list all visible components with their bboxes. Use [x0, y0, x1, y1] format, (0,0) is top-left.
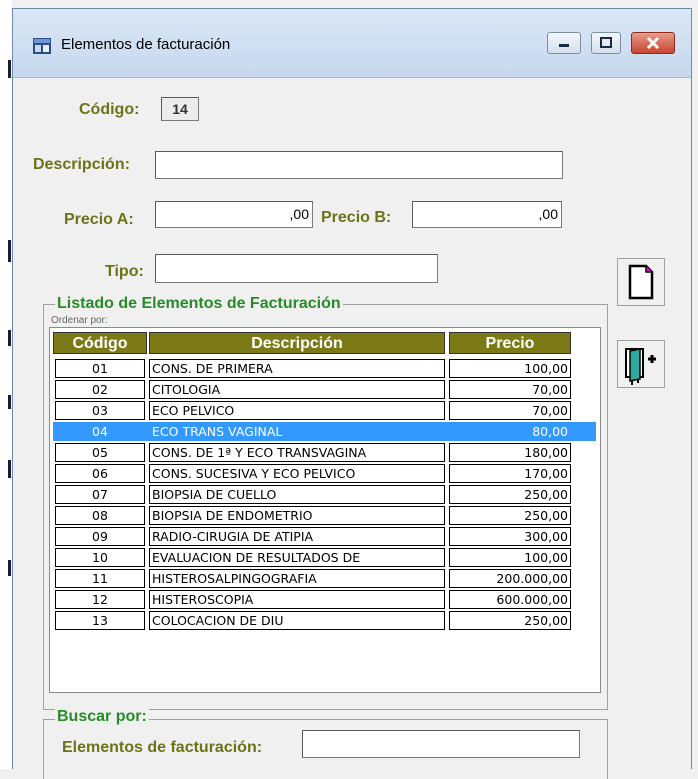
exit-button[interactable]: [617, 340, 665, 388]
cell-codigo[interactable]: 09: [55, 527, 145, 546]
tipo-field[interactable]: [155, 254, 438, 283]
cell-descripcion[interactable]: ECO TRANS VAGINAL: [149, 422, 445, 441]
window-content: Código: 14 Descripción: Precio A: ,00 Pr…: [13, 77, 691, 779]
cell-precio[interactable]: 250,00: [449, 611, 571, 630]
cell-descripcion[interactable]: COLOCACION DE DIU: [149, 611, 445, 630]
close-icon: [646, 36, 660, 50]
cell-codigo[interactable]: 13: [55, 611, 145, 630]
cell-descripcion[interactable]: CITOLOGIA: [149, 380, 445, 399]
order-by-label: Ordenar por:: [51, 315, 108, 326]
codigo-label: Código:: [79, 101, 140, 118]
cell-descripcion[interactable]: RADIO-CIRUGIA DE ATIPIA: [149, 527, 445, 546]
exit-door-icon: [625, 348, 656, 385]
buscar-elementos-field[interactable]: [302, 730, 580, 758]
column-header-precio[interactable]: Precio: [449, 332, 571, 354]
cell-precio[interactable]: 100,00: [449, 359, 571, 378]
cell-descripcion[interactable]: HISTEROSALPINGOGRAFIA: [149, 569, 445, 588]
cell-precio[interactable]: 300,00: [449, 527, 571, 546]
cell-precio[interactable]: 70,00: [449, 401, 571, 420]
precio-a-field[interactable]: ,00: [155, 201, 313, 228]
window-title: Elementos de facturación: [61, 36, 231, 53]
descripcion-field[interactable]: [155, 151, 563, 179]
cell-codigo[interactable]: 04: [55, 422, 145, 441]
app-icon: [33, 38, 51, 54]
close-button[interactable]: [631, 32, 675, 54]
cell-descripcion[interactable]: CONS. SUCESIVA Y ECO PELVICO: [149, 464, 445, 483]
column-header-codigo[interactable]: Código: [53, 332, 147, 354]
cell-descripcion[interactable]: BIOPSIA DE ENDOMETRIO: [149, 506, 445, 525]
new-document-icon: [628, 264, 654, 300]
items-grid: Código Descripción Precio 01 CONS. DE PRI…: [49, 327, 601, 693]
cell-codigo[interactable]: 02: [55, 380, 145, 399]
precio-b-label: Precio B:: [321, 209, 392, 226]
buscar-elementos-label: Elementos de facturación:: [62, 739, 263, 756]
new-button[interactable]: [617, 258, 665, 306]
cell-precio[interactable]: 200.000,00: [449, 569, 571, 588]
cell-descripcion[interactable]: CONS. DE PRIMERA: [149, 359, 445, 378]
cell-codigo[interactable]: 12: [55, 590, 145, 609]
codigo-field: 14: [161, 97, 199, 121]
listado-title: Listado de Elementos de Facturación: [55, 295, 343, 313]
column-header-descripcion[interactable]: Descripción: [149, 332, 445, 354]
cell-precio[interactable]: 250,00: [449, 485, 571, 504]
cell-codigo[interactable]: 05: [55, 443, 145, 462]
billing-items-window: Elementos de facturación Código: 14 Desc…: [12, 8, 692, 779]
tipo-label: Tipo:: [105, 263, 144, 280]
cell-codigo[interactable]: 01: [55, 359, 145, 378]
minimize-button[interactable]: [547, 32, 581, 54]
maximize-icon: [600, 37, 612, 48]
title-bar: Elementos de facturación: [13, 9, 691, 78]
cell-descripcion[interactable]: ECO PELVICO: [149, 401, 445, 420]
cell-codigo[interactable]: 06: [55, 464, 145, 483]
cell-descripcion[interactable]: CONS. DE 1ª Y ECO TRANSVAGINA: [149, 443, 445, 462]
descripcion-label: Descripción:: [33, 156, 130, 173]
cell-codigo[interactable]: 11: [55, 569, 145, 588]
cell-descripcion[interactable]: BIOPSIA DE CUELLO: [149, 485, 445, 504]
buscar-title: Buscar por:: [55, 708, 149, 726]
precio-a-label: Precio A:: [64, 211, 134, 228]
cell-codigo[interactable]: 08: [55, 506, 145, 525]
cell-precio[interactable]: 180,00: [449, 443, 571, 462]
cell-precio[interactable]: 170,00: [449, 464, 571, 483]
cell-precio[interactable]: 70,00: [449, 380, 571, 399]
maximize-button[interactable]: [591, 32, 621, 54]
cell-codigo[interactable]: 10: [55, 548, 145, 567]
cell-precio[interactable]: 250,00: [449, 506, 571, 525]
cell-precio[interactable]: 80,00: [449, 422, 571, 441]
precio-b-field[interactable]: ,00: [412, 201, 562, 228]
cell-descripcion[interactable]: HISTEROSCOPIA: [149, 590, 445, 609]
minimize-icon: [559, 44, 569, 47]
cell-codigo[interactable]: 03: [55, 401, 145, 420]
cell-precio[interactable]: 100,00: [449, 548, 571, 567]
cell-codigo[interactable]: 07: [55, 485, 145, 504]
cell-descripcion[interactable]: EVALUACION DE RESULTADOS DE: [149, 548, 445, 567]
cell-precio[interactable]: 600.000,00: [449, 590, 571, 609]
background-window-edge: [0, 0, 12, 769]
